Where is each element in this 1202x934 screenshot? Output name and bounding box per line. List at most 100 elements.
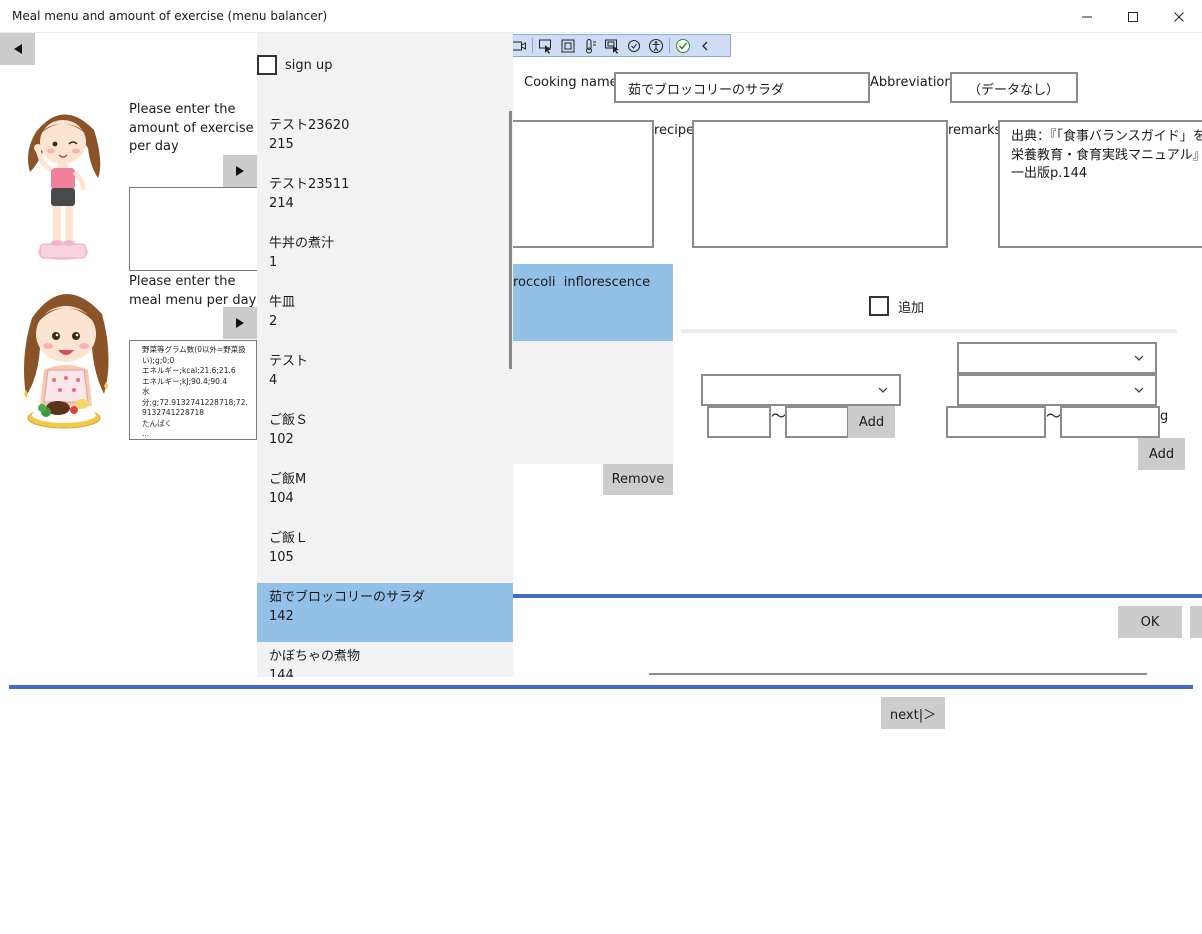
- triangle-left-icon: [13, 44, 22, 54]
- add-amount-button[interactable]: Add: [1138, 438, 1185, 470]
- ingredient-select[interactable]: [701, 374, 901, 406]
- dish-id: 1: [269, 254, 278, 270]
- remarks-line: 出典：『「食事バランスガイド」を活用した: [1011, 129, 1202, 144]
- dish-list-item[interactable]: テスト23620 215: [257, 111, 513, 170]
- food-select[interactable]: [957, 374, 1157, 406]
- amount-min-input[interactable]: [946, 406, 1046, 438]
- signup-checkbox-box[interactable]: [257, 55, 277, 75]
- close-button[interactable]: [1156, 0, 1202, 33]
- ok-button[interactable]: OK: [1118, 606, 1182, 638]
- dish-list[interactable]: sign up テスト23620 215 テスト23511 214 牛丼の煮汁 1 牛皿 2 テ…: [257, 33, 513, 677]
- dish-id: 4: [269, 372, 278, 388]
- dish-id: 142: [269, 608, 294, 624]
- section-divider: [513, 594, 1202, 598]
- title-bar: Meal menu and amount of exercise (menu b…: [0, 0, 1202, 33]
- exercise-girl-illustration: [28, 114, 101, 260]
- remarks-line: 栄養教育・食育実践マニュアル』20: [1011, 147, 1202, 163]
- accessibility-icon: [649, 38, 663, 53]
- meal-line: 分;g;72.9132741228718;72.9132741228718: [142, 397, 248, 418]
- remarks-label: remarks: [948, 123, 1002, 138]
- add-checkbox-box[interactable]: [869, 296, 889, 316]
- dish-list-item[interactable]: 牛皿 2: [257, 288, 513, 347]
- chevron-down-icon: [878, 387, 888, 393]
- add-checkbox[interactable]: 追加: [869, 296, 924, 316]
- collapse-toolbar-button[interactable]: [694, 36, 716, 56]
- meal-line: エネルギー;kcal;21.6;21.6: [142, 366, 236, 375]
- exercise-play-button[interactable]: [223, 155, 257, 187]
- signup-checkbox[interactable]: sign up: [257, 53, 333, 77]
- chevron-down-icon: [1134, 387, 1144, 393]
- dish-id: 144: [269, 667, 294, 678]
- meal-line: 野菜等グラム数(0以外=野菜扱い);g;0;0: [142, 345, 246, 365]
- meal-play-button[interactable]: [223, 307, 257, 339]
- meal-line: 水: [142, 387, 150, 396]
- dish-name: テスト23511: [269, 177, 350, 192]
- remarks-input[interactable]: 出典：『「食事バランスガイド」を活用した 栄養教育・食育実践マニュアル』20 一…: [998, 120, 1202, 248]
- display-adorners-button[interactable]: [557, 36, 579, 56]
- chevron-down-icon: [1134, 355, 1144, 361]
- range-min-input[interactable]: [707, 406, 771, 438]
- category-select[interactable]: [957, 342, 1157, 374]
- track-focus-button[interactable]: [579, 36, 601, 56]
- next-button[interactable]: next|＞: [881, 697, 945, 729]
- ingredient-list[interactable]: roccoli inflorescence: [513, 264, 673, 464]
- dish-list-item[interactable]: 茹でブロッコリーのサラダ 142: [257, 583, 513, 642]
- dish-list-item[interactable]: ご飯Ｓ 102: [257, 406, 513, 465]
- dish-list-item[interactable]: ご飯M 104: [257, 465, 513, 524]
- meal-menu-input[interactable]: 野菜等グラム数(0以外=野菜扱い);g;0;0 エネルギー;kcal;21.6;…: [129, 340, 257, 440]
- progress-line: [649, 673, 1147, 675]
- hot-reload-button[interactable]: [623, 36, 645, 56]
- dish-list-item[interactable]: 牛丼の煮汁 1: [257, 229, 513, 288]
- meal-label: Please enter the meal menu per day: [129, 274, 257, 308]
- dish-list-item[interactable]: テスト23511 214: [257, 170, 513, 229]
- dish-name: ご飯M: [269, 472, 307, 487]
- dish-name: 牛皿: [269, 295, 296, 310]
- triangle-right-icon: [236, 166, 244, 176]
- add-range-button[interactable]: Add: [848, 406, 895, 438]
- divider: [681, 329, 1177, 333]
- dish-name: 牛丼の煮汁: [269, 236, 335, 251]
- dish-name: ご飯Ｌ: [269, 531, 309, 546]
- dish-name: テスト23620: [269, 118, 350, 133]
- dish-list-item[interactable]: テスト 4: [257, 347, 513, 406]
- abbreviation-input[interactable]: （データなし）: [950, 72, 1078, 103]
- accessibility-button[interactable]: [645, 36, 667, 56]
- window-title: Meal menu and amount of exercise (menu b…: [12, 9, 328, 23]
- camera-icon: [512, 41, 526, 50]
- toolbar-separator: [669, 38, 670, 53]
- cancel-button-partial[interactable]: [1190, 606, 1202, 638]
- dish-list-item[interactable]: ご飯Ｌ 105: [257, 524, 513, 583]
- add-checkbox-label: 追加: [898, 300, 925, 316]
- dish-name: かぼちゃの煮物: [269, 649, 361, 664]
- layout-adorner-button[interactable]: [601, 36, 623, 56]
- range-max-input[interactable]: [785, 406, 849, 438]
- remove-button[interactable]: Remove: [603, 464, 673, 495]
- abbreviation-label: Abbreviation: [870, 75, 953, 90]
- dish-list-item[interactable]: かぼちゃの煮物 144: [257, 642, 513, 677]
- dish-name: テスト: [269, 354, 309, 369]
- select-element-button[interactable]: [535, 36, 557, 56]
- dish-id: 102: [269, 431, 294, 447]
- list-scrollbar[interactable]: [509, 111, 512, 369]
- recipe-input[interactable]: [692, 120, 948, 248]
- footer-divider: [9, 685, 1193, 689]
- signup-label: sign up: [285, 57, 333, 73]
- minimize-button[interactable]: [1064, 0, 1110, 33]
- maximize-button[interactable]: [1110, 0, 1156, 33]
- ingredient-item[interactable]: roccoli inflorescence: [513, 264, 673, 341]
- minimize-icon: [1082, 16, 1092, 17]
- cooking-name-input[interactable]: 茹でブロッコリーのサラダ: [614, 72, 870, 103]
- close-icon: [1174, 11, 1184, 22]
- hot-reload-icon: [628, 39, 640, 52]
- select-pointer-icon: [539, 39, 551, 54]
- amount-max-input[interactable]: [1060, 406, 1160, 438]
- layout-pointer-icon: [605, 39, 619, 54]
- meal-line: たんぱく: [142, 418, 172, 428]
- ingredients-textbox[interactable]: [513, 120, 654, 248]
- back-button[interactable]: [0, 33, 35, 65]
- unit-label: g: [1160, 409, 1169, 424]
- dish-id: 2: [269, 313, 278, 329]
- check-button[interactable]: [672, 36, 694, 56]
- exercise-input[interactable]: [129, 187, 259, 271]
- thermometer-icon: [586, 38, 596, 53]
